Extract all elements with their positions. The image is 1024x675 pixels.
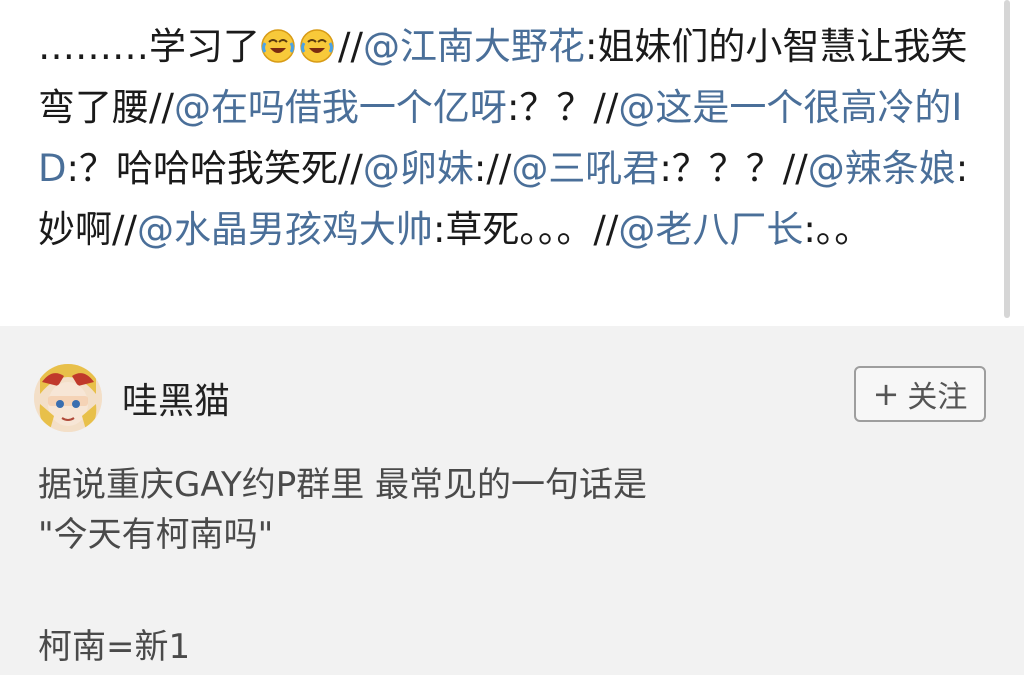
repost-separator: // <box>486 147 512 190</box>
repost-comment-text: :。。 <box>803 208 872 251</box>
repost-comment-text: :？哈哈哈我笑死 <box>66 147 338 190</box>
user-mention-link[interactable]: @三吼君 <box>511 147 659 190</box>
repost-separator: // <box>338 25 363 68</box>
laughing-crying-face-icon <box>299 25 338 68</box>
weibo-post-view: ………学习了//@江南大野花:姐妹们的小智慧让我笑弯了腰//@在吗借我一个亿呀:… <box>0 0 1024 675</box>
follow-button[interactable]: + 关注 <box>854 366 986 422</box>
repost-separator: // <box>593 208 619 251</box>
follow-label: 关注 <box>907 380 968 415</box>
user-mention-link[interactable]: @老八厂长 <box>618 208 803 251</box>
scrollbar[interactable] <box>1004 0 1010 318</box>
post-card: 哇黑猫 + 关注 据说重庆GAY约P群里 最常见的一句话是 "今天有柯南吗" 柯… <box>0 326 1024 675</box>
repost-separator: // <box>112 208 137 251</box>
repost-text: ………学习了//@江南大野花:姐妹们的小智慧让我笑弯了腰//@在吗借我一个亿呀:… <box>38 16 983 260</box>
user-mention-link[interactable]: @在吗借我一个亿呀 <box>174 86 507 129</box>
laughing-crying-face-icon <box>260 25 299 68</box>
post-line: "今天有柯南吗" <box>38 515 274 555</box>
repost-separator: // <box>593 86 619 129</box>
repost-comment-text: :？？？ <box>659 147 783 190</box>
user-mention-link[interactable]: @江南大野花 <box>363 25 585 68</box>
repost-separator: // <box>149 86 174 129</box>
repost-comment-text: : <box>473 147 487 190</box>
avatar[interactable] <box>34 364 102 432</box>
username[interactable]: 哇黑猫 <box>122 372 230 424</box>
post-body: 据说重庆GAY约P群里 最常见的一句话是 "今天有柯南吗" 柯南=新1 <box>38 460 647 672</box>
user-mention-link[interactable]: @卵妹 <box>363 147 474 190</box>
repost-prefix: ………学习了 <box>38 25 260 68</box>
plus-icon: + <box>872 375 900 413</box>
user-mention-link[interactable]: @水晶男孩鸡大帅 <box>137 208 433 251</box>
repost-comment-text: :草死。。。 <box>432 208 594 251</box>
user-mention-link[interactable]: @辣条娘 <box>808 147 956 190</box>
post-line: 据说重庆GAY约P群里 最常见的一句话是 <box>38 465 648 505</box>
repost-chain: ………学习了//@江南大野花:姐妹们的小智慧让我笑弯了腰//@在吗借我一个亿呀:… <box>0 0 1024 326</box>
repost-comment-text: :？？ <box>506 86 594 129</box>
repost-separator: // <box>782 147 808 190</box>
post-line: 柯南=新1 <box>38 627 191 667</box>
post-line-blank <box>38 560 647 622</box>
repost-separator: // <box>337 147 363 190</box>
